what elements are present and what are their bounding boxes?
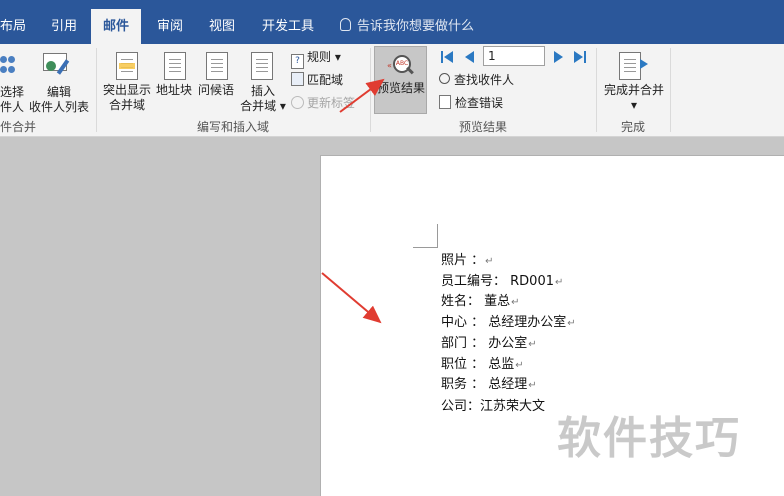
- arrow-to-document: [321, 272, 382, 324]
- arrow-to-preview-button: [339, 78, 385, 113]
- annotation-arrows: [321, 78, 385, 324]
